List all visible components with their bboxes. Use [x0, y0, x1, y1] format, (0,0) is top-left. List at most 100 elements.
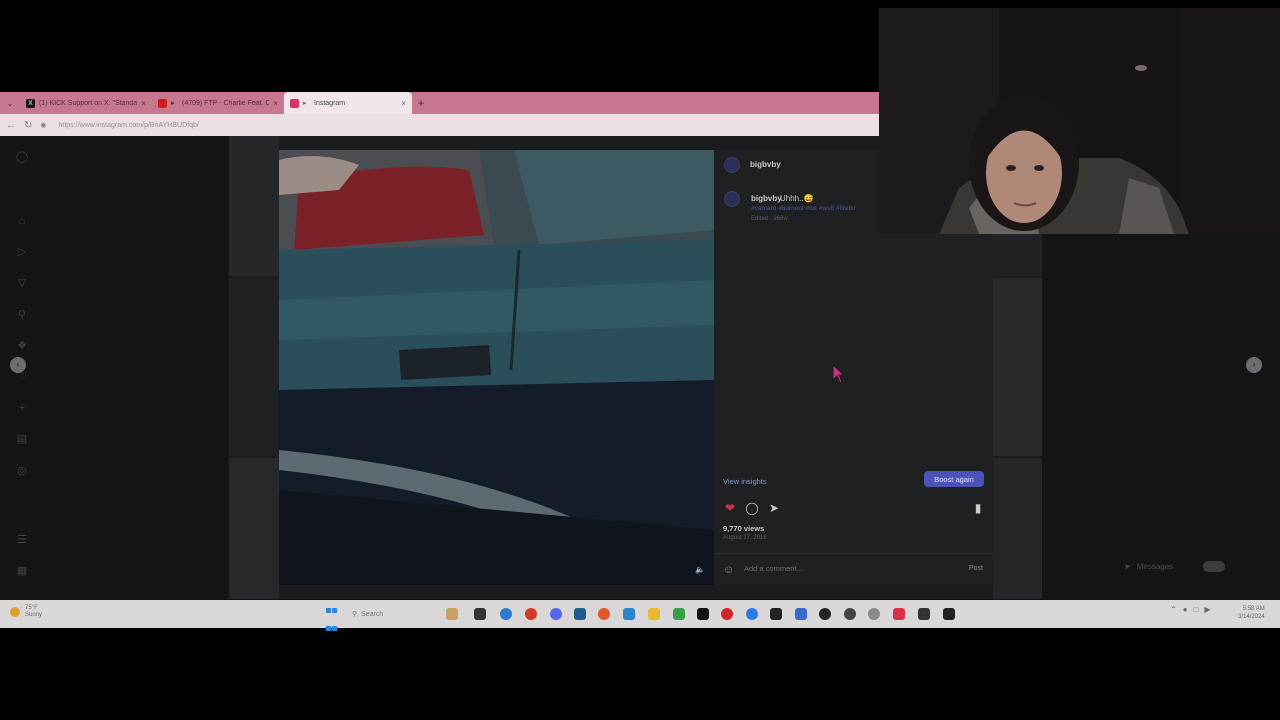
app-icon[interactable] [868, 608, 880, 620]
sun-icon [10, 607, 20, 617]
discord-icon[interactable] [550, 608, 562, 620]
mute-toggle-icon[interactable]: 🔈 [695, 565, 705, 574]
messages-button[interactable]: ➤ Messages [1118, 554, 1248, 578]
app-icon[interactable] [795, 608, 807, 620]
system-tray: ⌃ ● □ ▶ [1170, 605, 1211, 614]
weather-desc: Sunny [25, 612, 43, 618]
tab-title: (4709) FTP - Charlie Feat. Obx [182, 99, 270, 107]
close-tab-icon[interactable]: × [273, 99, 278, 108]
share-icon[interactable]: ➤ [767, 501, 781, 515]
tab-list-menu-icon[interactable]: ⌄ [0, 99, 20, 108]
speaker-icon[interactable]: ▸ [303, 99, 310, 108]
clock[interactable]: 5:58 AM 3/14/2024 [1238, 605, 1265, 621]
url-field[interactable]: https://www.instagram.com/p/BnAYHBUDfqb/ [55, 118, 855, 133]
tiktok-studio-icon[interactable] [893, 608, 905, 620]
grid-thumbnail [229, 278, 279, 456]
next-post-button[interactable]: › [1246, 357, 1262, 373]
app-icon[interactable] [819, 608, 831, 620]
edited-timestamp: Edited · 366w [751, 216, 788, 222]
desktop: ⌄ X (1) KICK Support on X: "Standards × … [0, 0, 1280, 720]
xbox-icon[interactable] [673, 608, 685, 620]
photos-icon[interactable] [623, 608, 635, 620]
direct-icon[interactable]: ▽ [15, 276, 29, 290]
tab-title: (1) KICK Support on X: "Standards [39, 99, 138, 107]
grid-thumbnail [993, 458, 1042, 599]
tab-kick-support[interactable]: X (1) KICK Support on X: "Standards × [20, 92, 152, 114]
messenger-icon[interactable] [746, 608, 758, 620]
create-icon[interactable]: + [15, 401, 29, 415]
previous-post-button[interactable]: ‹ [10, 357, 26, 373]
comment-composer: ☺ Post [714, 553, 993, 585]
volume-icon[interactable]: ▶ [1204, 605, 1210, 614]
back-icon[interactable]: ← [6, 120, 16, 131]
post-date: August 27, 2018 [723, 535, 767, 541]
webcam-overlay [879, 8, 1280, 234]
caption-username[interactable]: bigbvby [751, 194, 782, 203]
app-icon[interactable] [943, 608, 955, 620]
view-count: 9,770 views [723, 524, 765, 533]
speaker-icon[interactable]: ▸ [171, 99, 178, 108]
tab-instagram[interactable]: ▸ Instagram × [284, 92, 412, 114]
comment-input[interactable] [744, 564, 944, 573]
post-video[interactable] [279, 150, 714, 585]
app-icon[interactable] [574, 608, 586, 620]
home-icon[interactable]: ⌂ [15, 214, 29, 228]
caption-avatar[interactable] [724, 191, 740, 207]
messages-icon: ➤ [1124, 561, 1131, 571]
search-placeholder: Search [361, 610, 384, 618]
chrome-icon[interactable] [525, 608, 537, 620]
app-icon[interactable] [770, 608, 782, 620]
start-button[interactable] [326, 608, 338, 631]
post-author-username[interactable]: bigbvby [750, 160, 781, 169]
site-info-icon[interactable]: ◉ [40, 121, 46, 129]
car-door-video-frame [279, 150, 714, 585]
webcam-feed [879, 8, 1280, 234]
explore-icon[interactable]: ❖ [15, 339, 29, 353]
tiktok-icon[interactable] [697, 608, 709, 620]
close-tab-icon[interactable]: × [401, 99, 406, 108]
also-from-meta-icon[interactable]: ▦ [15, 564, 29, 578]
bookmark-icon[interactable]: ▮ [971, 501, 985, 515]
chevron-up-icon[interactable]: ⌃ [1170, 605, 1177, 614]
windows-taskbar: 75°F Sunny ⚲ Search ⌃ ● □ ▶ 5:58 AM 3/14… [0, 600, 1280, 631]
firefox-icon[interactable] [598, 608, 610, 620]
profile-icon[interactable]: ◎ [15, 464, 29, 478]
file-explorer-icon[interactable] [648, 608, 660, 620]
app-icon[interactable] [918, 608, 930, 620]
settings-icon[interactable] [844, 608, 856, 620]
reload-icon[interactable]: ↻ [24, 120, 32, 131]
widgets-icon[interactable] [446, 608, 458, 620]
address-bar: ← ↻ ◉ https://www.instagram.com/p/BnAYHB… [0, 114, 880, 136]
avatar[interactable] [724, 157, 740, 173]
opera-icon[interactable] [721, 608, 733, 620]
dashboard-icon[interactable]: ▤ [15, 432, 29, 446]
instagram-logo-icon[interactable]: ◯ [15, 150, 29, 164]
tab-youtube[interactable]: ▸ (4709) FTP - Charlie Feat. Obx × [152, 92, 284, 114]
messages-avatars [1203, 560, 1226, 572]
boost-again-button[interactable]: Boost again [924, 471, 984, 487]
taskbar-search[interactable]: ⚲ Search [348, 605, 438, 623]
youtube-icon [158, 98, 167, 108]
x-logo-icon: X [26, 98, 35, 108]
grid-thumbnail [993, 278, 1042, 456]
view-insights-link[interactable]: View insights [723, 477, 767, 486]
menu-icon[interactable]: ☰ [15, 533, 29, 547]
comment-icon[interactable]: ◯ [745, 501, 759, 515]
tab-title: Instagram [314, 99, 346, 107]
new-tab-button[interactable]: + [412, 96, 430, 110]
weather-text: 75°F Sunny [25, 605, 42, 619]
caption-hashtags[interactable]: #camaro #burnout #lsx #ws6 #firebir [751, 205, 856, 212]
reels-icon[interactable]: ▷ [15, 245, 29, 259]
emoji-icon[interactable]: ☺ [723, 564, 734, 576]
like-heart-icon[interactable]: ❤ [723, 501, 737, 515]
close-tab-icon[interactable]: × [141, 99, 146, 108]
edge-icon[interactable] [500, 608, 512, 620]
post-comment-button[interactable]: Post [969, 565, 983, 572]
microphone-icon[interactable]: ● [1183, 605, 1188, 614]
search-icon: ⚲ [352, 611, 358, 618]
search-icon[interactable]: ⚲ [15, 308, 29, 322]
task-view-icon[interactable] [474, 608, 486, 620]
network-icon[interactable]: □ [1194, 605, 1199, 614]
weather-widget[interactable]: 75°F Sunny [10, 605, 42, 619]
weather-temp: 75°F [25, 605, 38, 611]
